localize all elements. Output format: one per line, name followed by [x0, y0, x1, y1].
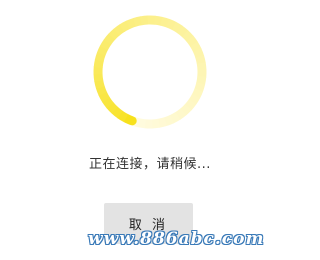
spinner-segment	[195, 55, 206, 65]
spinner-segment	[171, 21, 183, 34]
loading-spinner	[85, 7, 215, 137]
spinner-segment	[175, 108, 187, 120]
spinner-segment	[111, 106, 123, 119]
spinner-segment	[106, 102, 118, 114]
spinner-segment	[94, 79, 105, 89]
spinner-segment	[154, 15, 163, 26]
spinner-segment	[166, 18, 177, 31]
spinner-segment	[180, 104, 192, 116]
spinner-segment	[98, 91, 110, 103]
spinner-segment	[103, 33, 116, 45]
spinner-segment	[117, 110, 129, 123]
spinner-segment	[188, 93, 201, 105]
spinner-segment	[169, 112, 181, 124]
spinner-segment	[94, 52, 106, 62]
spinner-segment	[140, 15, 149, 26]
spinner-segment	[177, 25, 189, 38]
spinner-segment	[113, 24, 125, 36]
spinner-segment	[108, 28, 120, 40]
spinner-segment	[126, 17, 137, 29]
spinner-segment	[184, 99, 197, 111]
spinner-segment	[95, 85, 107, 96]
status-message: 正在连接，请稍候...	[89, 157, 211, 172]
spinner-segment	[190, 41, 202, 53]
spinner-segment	[160, 16, 170, 28]
spinner-segment	[137, 118, 146, 129]
spinner-segment	[93, 73, 104, 82]
cancel-button[interactable]: 取 消	[104, 203, 193, 244]
spinner-segment	[133, 16, 143, 27]
loading-spinner-icon	[93, 15, 207, 129]
spinner-segment	[196, 76, 207, 85]
spinner-segment	[93, 59, 104, 68]
spinner-segment	[194, 82, 206, 92]
connecting-dialog: 正在连接，请稍候... 取 消 www.886abc.com	[0, 0, 300, 260]
spinner-segment	[191, 88, 204, 99]
spinner-head	[127, 116, 137, 126]
spinner-segment	[186, 35, 198, 47]
spinner-segment	[119, 20, 131, 32]
spinner-segment	[163, 115, 174, 127]
spinner-segment	[182, 30, 194, 42]
spinner-segment	[102, 97, 114, 109]
spinner-segment	[196, 62, 207, 71]
spinner-segment	[157, 117, 167, 128]
spinner-segment	[193, 48, 205, 59]
spinner-segment	[99, 39, 112, 51]
spinner-segment	[96, 45, 109, 56]
spinner-segment	[151, 118, 160, 129]
